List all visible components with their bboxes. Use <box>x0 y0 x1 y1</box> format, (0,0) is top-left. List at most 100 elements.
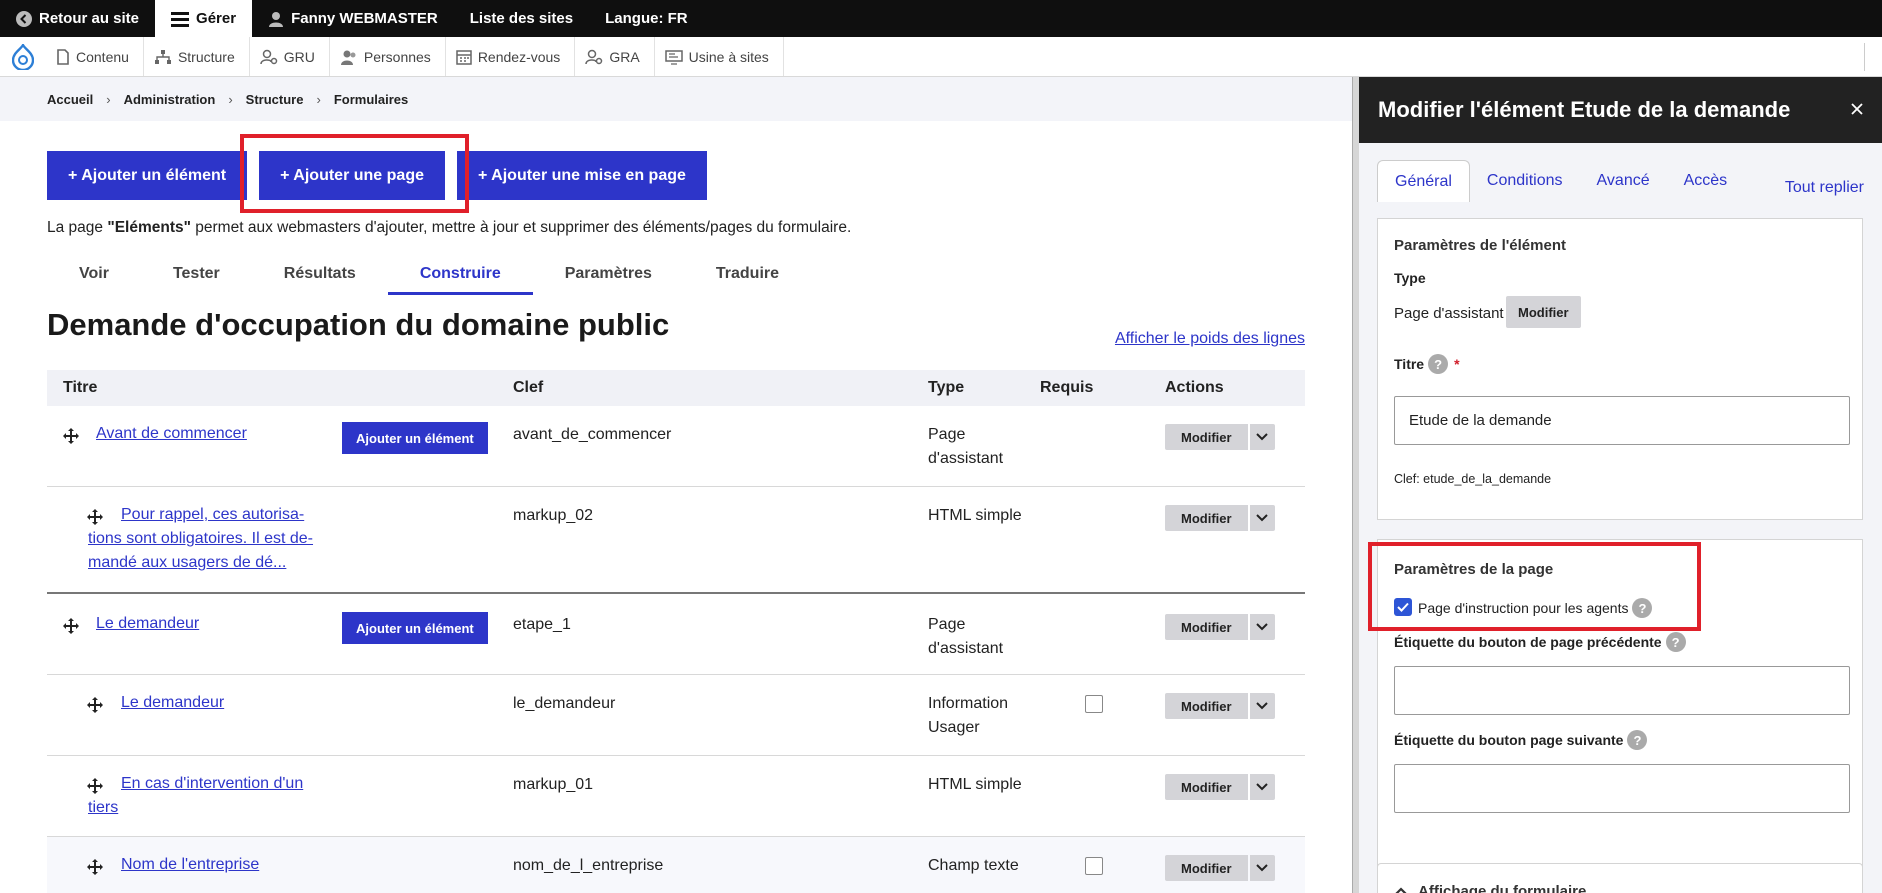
row-title-link[interactable]: En cas d'intervention d'un <box>121 772 303 796</box>
required-marker: * <box>1454 356 1460 372</box>
chevron-down-icon[interactable] <box>1249 693 1275 719</box>
chevron-down-icon[interactable] <box>1249 614 1275 640</box>
tray-item-rendez-vous[interactable]: Rendez-vous <box>446 37 576 76</box>
modify-type-button[interactable]: Modifier <box>1506 296 1581 328</box>
drag-handle-icon[interactable] <box>87 509 103 525</box>
intro-text: La page "Eléments" permet aux webmasters… <box>47 219 851 237</box>
table-row: Pour rappel, ces autorisa- tions sont ob… <box>47 487 1305 594</box>
row-type: Champ texte <box>928 857 1019 874</box>
breadcrumb-item-formulaires[interactable]: Formulaires <box>334 92 408 107</box>
prev-button-label-input[interactable] <box>1394 666 1850 715</box>
row-add-element-button[interactable]: Ajouter un élément <box>342 422 488 454</box>
tab-construire[interactable]: Construire <box>387 255 533 295</box>
row-modify-button[interactable]: Modifier <box>1165 855 1248 881</box>
tray-item-personnes[interactable]: Personnes <box>330 37 446 76</box>
row-modify-button[interactable]: Modifier <box>1165 693 1248 719</box>
tab-avance[interactable]: Avancé <box>1580 160 1667 202</box>
row-modify-button[interactable]: Modifier <box>1165 614 1248 640</box>
tray-item-gru[interactable]: GRU <box>250 37 330 76</box>
chevron-down-icon[interactable] <box>1249 855 1275 881</box>
form-display-heading-row: Affichage du formulaire <box>1394 883 1586 893</box>
site-list-link[interactable]: Liste des sites <box>454 0 589 37</box>
site-list-label: Liste des sites <box>469 10 574 27</box>
table-row: Avant de commencer Ajouter un élément av… <box>47 406 1305 487</box>
show-row-weights-link[interactable]: Afficher le poids des lignes <box>1115 330 1305 348</box>
drag-handle-icon[interactable] <box>87 697 103 713</box>
column-header-required: Requis <box>1040 379 1094 396</box>
sidebar-tabs: Général Conditions Avancé Accès <box>1377 160 1744 202</box>
drupal-logo-icon[interactable] <box>0 37 46 76</box>
tray-item-structure[interactable]: Structure <box>144 37 250 76</box>
breadcrumb-item-structure[interactable]: Structure <box>246 92 304 107</box>
row-type-line2: Usager <box>928 719 980 736</box>
next-button-label-input[interactable] <box>1394 764 1850 813</box>
row-title-link[interactable]: Le demandeur <box>121 691 224 715</box>
prev-button-label: Étiquette du bouton de page précédente <box>1394 634 1662 650</box>
tab-resultats[interactable]: Résultats <box>252 255 388 293</box>
row-key: markup_02 <box>513 507 594 524</box>
row-modify-button[interactable]: Modifier <box>1165 424 1248 450</box>
row-required-checkbox[interactable] <box>1085 695 1103 713</box>
row-type-line2: d'assistant <box>928 640 1004 657</box>
row-add-element-button[interactable]: Ajouter un élément <box>342 612 488 644</box>
row-title-link[interactable]: Le demandeur <box>96 612 199 636</box>
sidebar-resize-handle[interactable] <box>1352 77 1359 893</box>
help-icon[interactable]: ? <box>1627 730 1648 750</box>
manage-tab[interactable]: Gérer <box>155 0 253 37</box>
manage-label: Gérer <box>196 10 237 27</box>
user-menu[interactable]: Fanny WEBMASTER <box>252 0 454 37</box>
tray-item-usine-a-sites[interactable]: Usine à sites <box>655 37 784 76</box>
row-title-link[interactable]: Nom de l'entreprise <box>121 853 259 877</box>
row-modify-split-button: Modifier <box>1165 614 1275 640</box>
help-icon[interactable]: ? <box>1428 354 1449 374</box>
webform-tabs: Voir Tester Résultats Construire Paramèt… <box>47 255 811 295</box>
row-key: markup_01 <box>513 776 594 793</box>
add-element-button[interactable]: + Ajouter un élément <box>47 151 248 200</box>
breadcrumb-item-accueil[interactable]: Accueil <box>47 92 93 107</box>
highlight-box <box>240 134 469 213</box>
row-key: etape_1 <box>513 616 571 633</box>
row-title-link[interactable]: tions sont obligatoires. Il est de- <box>88 527 313 551</box>
back-to-site-link[interactable]: Retour au site <box>0 0 155 37</box>
add-layout-button[interactable]: + Ajouter une mise en page <box>456 151 707 200</box>
row-required-checkbox[interactable] <box>1085 857 1103 875</box>
row-modify-button[interactable]: Modifier <box>1165 505 1248 531</box>
help-icon[interactable]: ? <box>1665 632 1686 652</box>
tab-acces[interactable]: Accès <box>1667 160 1745 202</box>
row-modify-split-button: Modifier <box>1165 855 1275 881</box>
tab-traduire[interactable]: Traduire <box>684 255 811 293</box>
drag-handle-icon[interactable] <box>63 428 79 444</box>
tab-conditions[interactable]: Conditions <box>1470 160 1580 202</box>
close-icon[interactable] <box>1846 98 1868 120</box>
chevron-down-icon[interactable] <box>1249 505 1275 531</box>
breadcrumb-item-administration[interactable]: Administration <box>124 92 216 107</box>
tray-item-contenu[interactable]: Contenu <box>46 37 144 76</box>
tray-resize-handle[interactable] <box>1864 43 1882 71</box>
element-settings-panel: Paramètres de l'élément Type Page d'assi… <box>1377 218 1863 520</box>
title-label-row: Titre ? * <box>1394 354 1460 374</box>
title-input[interactable]: Etude de la demande <box>1394 396 1850 445</box>
chevron-down-icon[interactable] <box>1249 424 1275 450</box>
row-title-link[interactable]: tiers <box>88 796 118 820</box>
row-title-link[interactable]: Avant de commencer <box>96 422 247 446</box>
language-link[interactable]: Langue: FR <box>589 0 704 37</box>
tab-voir[interactable]: Voir <box>47 255 141 293</box>
form-display-panel[interactable]: Affichage du formulaire <box>1377 863 1863 893</box>
tab-tester[interactable]: Tester <box>141 255 252 293</box>
drag-handle-icon[interactable] <box>87 859 103 875</box>
row-modify-button[interactable]: Modifier <box>1165 774 1248 800</box>
row-title-link[interactable]: Pour rappel, ces autorisa- <box>121 503 304 527</box>
tab-parametres[interactable]: Paramètres <box>533 255 684 293</box>
monitor-icon <box>664 49 683 65</box>
drag-handle-icon[interactable] <box>87 778 103 794</box>
user-label: Fanny WEBMASTER <box>291 10 438 27</box>
drag-handle-icon[interactable] <box>63 618 79 634</box>
row-title-link[interactable]: mandé aux usagers de dé... <box>88 551 286 575</box>
language-label: Langue: FR <box>605 10 688 27</box>
row-modify-split-button: Modifier <box>1165 505 1275 531</box>
tray-item-label: GRU <box>283 48 315 65</box>
tab-general[interactable]: Général <box>1377 160 1470 202</box>
chevron-down-icon[interactable] <box>1249 774 1275 800</box>
tray-item-gra[interactable]: GRA <box>575 37 655 76</box>
collapse-all-link[interactable]: Tout replier <box>1785 179 1864 197</box>
